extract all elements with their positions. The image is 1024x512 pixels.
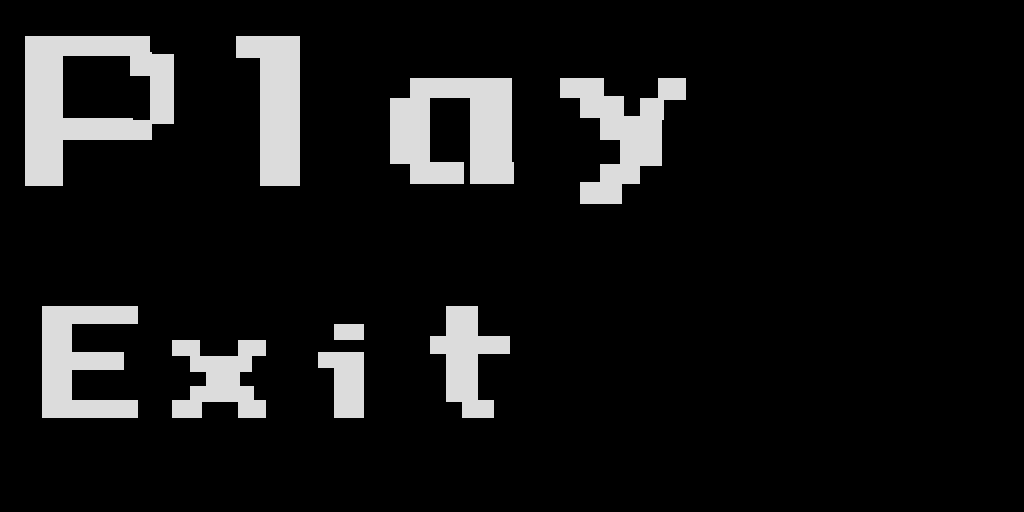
play-glyphs (25, 36, 686, 204)
play-menu-item[interactable]: Play (20, 32, 690, 210)
main-menu: Play (0, 0, 1024, 512)
exit-menu-item[interactable]: Exit (38, 302, 514, 422)
exit-glyphs (42, 306, 510, 418)
play-pixel-text (25, 36, 686, 204)
exit-pixel-text (42, 306, 510, 418)
